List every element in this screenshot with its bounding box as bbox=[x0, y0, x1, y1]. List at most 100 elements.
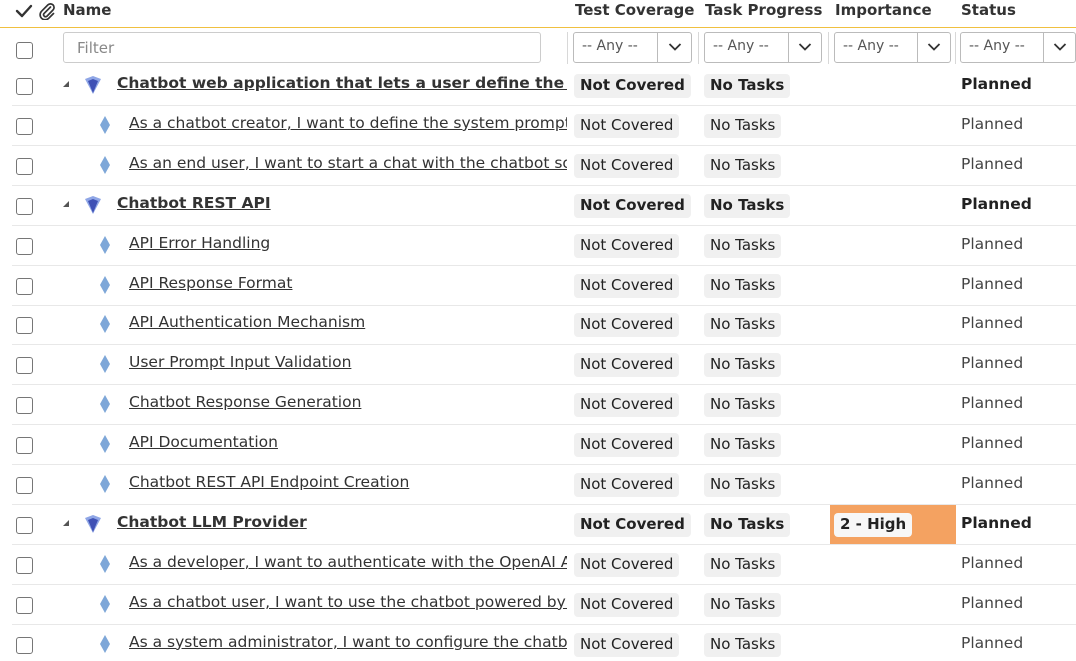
row-checkbox[interactable] bbox=[16, 357, 33, 375]
test-coverage-badge: Not Covered bbox=[574, 233, 680, 258]
collapse-triangle-icon[interactable] bbox=[62, 200, 70, 208]
test-coverage-badge: Not Covered bbox=[574, 353, 680, 378]
row-checkbox[interactable] bbox=[16, 397, 33, 415]
task-progress-badge: No Tasks bbox=[704, 153, 782, 178]
status-value: Planned bbox=[961, 434, 1024, 453]
importance-filter-select[interactable]: -- Any -- bbox=[834, 32, 951, 63]
requirement-row[interactable]: As an end user, I want to start a chat w… bbox=[12, 146, 1076, 186]
name-filter-input[interactable] bbox=[63, 32, 541, 63]
column-divider bbox=[698, 32, 699, 64]
requirement-row[interactable]: User Prompt Input Validation Not Covered N… bbox=[12, 345, 1076, 386]
test-coverage-filter-select[interactable]: -- Any -- bbox=[573, 32, 692, 63]
status-value: Planned bbox=[961, 394, 1024, 413]
requirement-icon bbox=[100, 395, 110, 414]
task-progress-badge: No Tasks bbox=[704, 512, 791, 537]
task-progress-badge: No Tasks bbox=[704, 552, 782, 577]
requirement-row[interactable]: As a chatbot creator, I want to define t… bbox=[12, 106, 1076, 146]
column-header-status[interactable]: Status bbox=[961, 1, 1016, 19]
chevron-down-icon bbox=[1053, 43, 1067, 51]
row-checkbox[interactable] bbox=[16, 516, 33, 534]
task-progress-badge: No Tasks bbox=[704, 433, 782, 458]
chevron-down-icon bbox=[668, 43, 682, 51]
requirement-name-link[interactable]: API Documentation bbox=[129, 433, 567, 451]
epic-name-link[interactable]: Chatbot REST API bbox=[117, 194, 567, 212]
requirement-row[interactable]: As a chatbot user, I want to use the cha… bbox=[12, 585, 1076, 625]
requirement-name-link[interactable]: As a developer, I want to authenticate w… bbox=[129, 553, 567, 571]
requirement-row[interactable]: API Authentication Mechanism Not Covered N… bbox=[12, 305, 1076, 346]
task-progress-filter-value: -- Any -- bbox=[713, 38, 769, 54]
epic-row[interactable]: Chatbot web application that lets a user… bbox=[12, 66, 1076, 106]
requirement-row[interactable]: As a system administrator, I want to con… bbox=[12, 625, 1076, 661]
row-checkbox[interactable] bbox=[16, 477, 33, 494]
row-checkbox[interactable] bbox=[16, 237, 33, 255]
requirement-icon bbox=[100, 115, 110, 134]
epic-row[interactable]: Chatbot LLM Provider Not Covered No Tasks 2… bbox=[12, 504, 1076, 545]
requirement-row[interactable]: API Error Handling Not Covered No Tasks Pla… bbox=[12, 226, 1076, 266]
requirement-icon bbox=[100, 475, 110, 493]
requirement-row[interactable]: API Response Format Not Covered No Tasks Pl… bbox=[12, 266, 1076, 306]
requirement-name-link[interactable]: User Prompt Input Validation bbox=[129, 353, 567, 371]
requirement-icon bbox=[100, 634, 110, 653]
row-checkbox[interactable] bbox=[16, 556, 33, 574]
column-header-task-progress[interactable]: Task Progress bbox=[705, 1, 822, 19]
chevron-down-icon bbox=[798, 43, 812, 51]
requirement-name-link[interactable]: Chatbot REST API Endpoint Creation bbox=[129, 473, 567, 491]
requirement-row[interactable]: As a developer, I want to authenticate w… bbox=[12, 545, 1076, 585]
status-value: Planned bbox=[961, 354, 1024, 373]
row-checkbox[interactable] bbox=[16, 596, 33, 614]
row-checkbox[interactable] bbox=[16, 117, 33, 135]
test-coverage-badge: Not Covered bbox=[574, 552, 680, 577]
requirement-row[interactable]: Chatbot REST API Endpoint Creation Not Co… bbox=[12, 465, 1076, 505]
row-checkbox[interactable] bbox=[16, 78, 33, 95]
row-checkbox[interactable] bbox=[16, 157, 33, 175]
test-coverage-filter-value: -- Any -- bbox=[582, 38, 638, 54]
status-filter-select[interactable]: -- Any -- bbox=[960, 32, 1076, 63]
task-progress-badge: No Tasks bbox=[704, 273, 782, 298]
status-value: Planned bbox=[961, 633, 1024, 652]
requirement-icon bbox=[100, 235, 110, 254]
row-checkbox[interactable] bbox=[16, 197, 33, 215]
requirement-row[interactable]: API Documentation Not Covered No Tasks Plan… bbox=[12, 425, 1076, 466]
select-all-checkbox[interactable] bbox=[16, 42, 33, 59]
test-coverage-badge: Not Covered bbox=[574, 592, 680, 617]
requirement-name-link[interactable]: As an end user, I want to start a chat w… bbox=[129, 154, 567, 172]
checkmark-icon[interactable] bbox=[15, 3, 33, 19]
requirement-icon bbox=[100, 594, 110, 613]
requirement-row[interactable]: Chatbot Response Generation Not Covered No… bbox=[12, 385, 1076, 426]
requirement-name-link[interactable]: Chatbot Response Generation bbox=[129, 393, 567, 411]
column-header-name[interactable]: Name bbox=[63, 1, 111, 19]
requirement-name-link[interactable]: As a chatbot user, I want to use the cha… bbox=[129, 593, 567, 611]
column-divider bbox=[567, 32, 568, 64]
epic-row[interactable]: Chatbot REST API Not Covered No Tasks Plann… bbox=[12, 186, 1076, 226]
requirement-icon bbox=[100, 275, 110, 294]
row-checkbox[interactable] bbox=[16, 317, 33, 335]
column-header-importance[interactable]: Importance bbox=[835, 1, 932, 19]
task-progress-badge: No Tasks bbox=[704, 233, 782, 258]
requirement-name-link[interactable]: API Error Handling bbox=[129, 234, 567, 252]
status-value: Planned bbox=[961, 274, 1024, 293]
requirement-name-link[interactable]: As a chatbot creator, I want to define t… bbox=[129, 114, 567, 132]
task-progress-badge: No Tasks bbox=[704, 193, 791, 218]
test-coverage-badge: Not Covered bbox=[574, 113, 680, 138]
epic-name-link[interactable]: Chatbot LLM Provider bbox=[117, 513, 567, 531]
requirement-icon bbox=[100, 355, 110, 374]
test-coverage-badge: Not Covered bbox=[574, 512, 691, 537]
task-progress-filter-select[interactable]: -- Any -- bbox=[704, 32, 822, 63]
collapse-triangle-icon[interactable] bbox=[62, 519, 70, 527]
epic-name-link[interactable]: Chatbot web application that lets a user… bbox=[117, 74, 567, 92]
requirement-name-link[interactable]: API Authentication Mechanism bbox=[129, 313, 567, 331]
paperclip-icon[interactable] bbox=[38, 2, 56, 20]
row-checkbox[interactable] bbox=[16, 437, 33, 455]
task-progress-badge: No Tasks bbox=[704, 113, 782, 138]
collapse-triangle-icon[interactable] bbox=[62, 80, 70, 88]
requirement-name-link[interactable]: API Response Format bbox=[129, 274, 567, 292]
requirement-name-link[interactable]: As a system administrator, I want to con… bbox=[129, 633, 567, 651]
test-coverage-badge: Not Covered bbox=[574, 313, 680, 338]
row-checkbox[interactable] bbox=[16, 277, 33, 295]
column-header-test-coverage[interactable]: Test Coverage bbox=[575, 1, 694, 19]
chevron-down-icon bbox=[927, 43, 941, 51]
row-checkbox[interactable] bbox=[16, 636, 33, 654]
status-value: Planned bbox=[961, 314, 1024, 333]
status-value: Planned bbox=[961, 553, 1024, 572]
status-value: Planned bbox=[961, 75, 1032, 93]
